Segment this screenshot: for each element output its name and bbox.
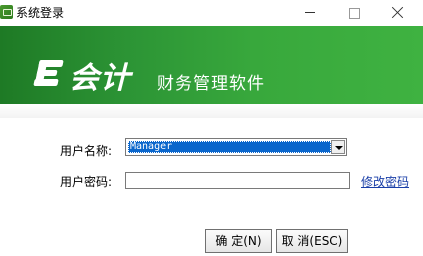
header-banner: 会计 财务管理软件 (0, 26, 423, 104)
product-subtitle: 财务管理软件 (157, 74, 265, 94)
username-select[interactable]: Manager (125, 138, 347, 156)
logo-text: 会计 (69, 61, 131, 96)
minimize-icon (305, 12, 315, 13)
username-label: 用户名称: (60, 144, 113, 158)
close-button[interactable] (375, 0, 421, 26)
password-field[interactable] (125, 172, 350, 189)
app-icon (0, 5, 13, 19)
minimize-button[interactable] (287, 0, 333, 26)
banner-divider (0, 104, 423, 118)
cancel-button[interactable]: 取 消(ESC) (276, 229, 348, 253)
close-icon (392, 6, 404, 18)
ok-button[interactable]: 确 定(N) (205, 229, 272, 253)
window-title: 系统登录 (16, 6, 65, 20)
username-value: Manager (128, 141, 331, 153)
title-bar: 系统登录 (0, 0, 423, 26)
maximize-icon (349, 8, 360, 19)
dropdown-arrow-icon[interactable] (331, 140, 345, 154)
maximize-button[interactable] (331, 0, 377, 26)
e-logo-icon (33, 56, 69, 88)
change-password-link[interactable]: 修改密码 (361, 173, 409, 190)
password-label: 用户密码: (60, 175, 113, 189)
